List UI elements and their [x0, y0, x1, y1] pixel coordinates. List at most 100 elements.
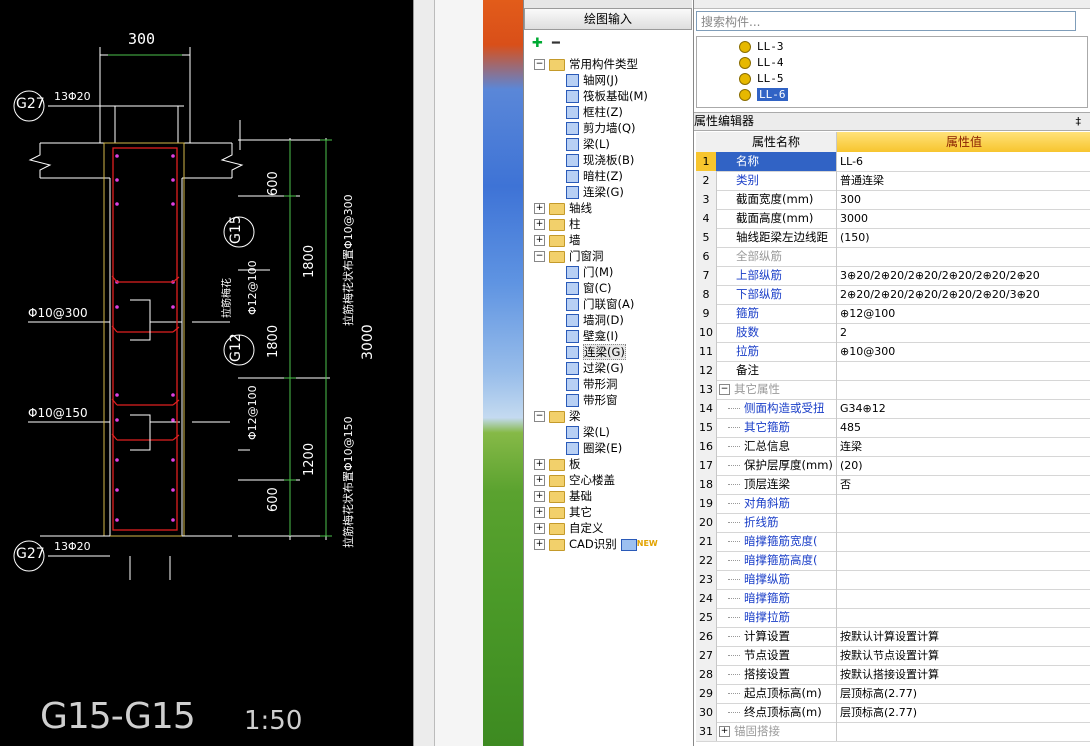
tree-item[interactable]: 门联窗(A) — [566, 296, 634, 312]
tree-item[interactable]: 连梁(G) — [566, 344, 626, 360]
property-row[interactable]: 9 箍筋 ⊕12@100 — [696, 304, 1090, 324]
search-input[interactable]: 搜索构件... — [696, 11, 1076, 31]
property-value[interactable] — [837, 551, 1090, 570]
pin-icon[interactable]: ‡ — [1076, 113, 1082, 130]
property-row[interactable]: 5 轴线距梁左边线距 (150) — [696, 228, 1090, 248]
property-value[interactable] — [837, 494, 1090, 513]
tree-item[interactable]: + 其它 — [534, 504, 592, 520]
property-row[interactable]: 1 名称 LL-6 — [696, 152, 1090, 172]
component-list-item[interactable]: LL-5 — [739, 71, 784, 87]
expand-node-icon[interactable]: + — [534, 459, 545, 470]
property-value[interactable]: G34⊕12 — [837, 399, 1090, 418]
tree-item[interactable]: 筏板基础(M) — [566, 88, 648, 104]
property-row[interactable]: 11 拉筋 ⊕10@300 — [696, 342, 1090, 362]
property-value[interactable]: 否 — [837, 475, 1090, 494]
property-row[interactable]: 19 对角斜筋 — [696, 494, 1090, 514]
property-value[interactable] — [837, 608, 1090, 627]
expand-node-icon[interactable]: + — [534, 235, 545, 246]
property-row[interactable]: 20 折线筋 — [696, 513, 1090, 533]
property-value[interactable] — [837, 589, 1090, 608]
property-value[interactable]: 2 — [837, 323, 1090, 342]
collapse-group-icon[interactable]: − — [719, 384, 730, 395]
tree-item[interactable]: 墙洞(D) — [566, 312, 624, 328]
tree-item[interactable]: 带形窗 — [566, 392, 618, 408]
tree-item[interactable]: 梁(L) — [566, 424, 610, 440]
expand-node-icon[interactable]: + — [534, 203, 545, 214]
tree-item[interactable]: + 柱 — [534, 216, 581, 232]
expand-node-icon[interactable]: + — [534, 491, 545, 502]
tree-item[interactable]: + 轴线 — [534, 200, 592, 216]
property-row[interactable]: 16 汇总信息 连梁 — [696, 437, 1090, 457]
tree-item[interactable]: + 自定义 — [534, 520, 604, 536]
component-list-item[interactable]: LL-3 — [739, 39, 784, 55]
tree-item[interactable]: − 常用构件类型 — [534, 56, 638, 72]
tree-item[interactable]: 轴网(J) — [566, 72, 618, 88]
property-value[interactable]: (150) — [837, 228, 1090, 247]
property-value[interactable]: ⊕12@100 — [837, 304, 1090, 323]
property-row[interactable]: 2 类别 普通连梁 — [696, 171, 1090, 191]
expand-node-icon[interactable]: + — [534, 523, 545, 534]
property-row[interactable]: 30 终点顶标高(m) 层顶标高(2.77) — [696, 703, 1090, 723]
tree-item[interactable]: 过梁(G) — [566, 360, 624, 376]
cad-canvas[interactable]: 300 G27 13Φ20 G15 G12 G27 13Φ20 Φ10@300 … — [0, 0, 413, 746]
tree-item[interactable]: + 空心楼盖 — [534, 472, 615, 488]
expand-node-icon[interactable]: + — [534, 539, 545, 550]
property-value[interactable]: 3⊕20/2⊕20/2⊕20/2⊕20/2⊕20/2⊕20 — [837, 266, 1090, 285]
expand-node-icon[interactable]: + — [534, 475, 545, 486]
property-row[interactable]: 3 截面宽度(mm) 300 — [696, 190, 1090, 210]
tree-item[interactable]: 暗柱(Z) — [566, 168, 623, 184]
property-row[interactable]: 25 暗撑拉筋 — [696, 608, 1090, 628]
property-row[interactable]: 22 暗撑箍筋高度( — [696, 551, 1090, 571]
property-row[interactable]: 28 搭接设置 按默认搭接设置计算 — [696, 665, 1090, 685]
expand-all-icon[interactable]: ✚ — [532, 36, 543, 51]
property-value[interactable] — [837, 247, 1090, 266]
property-value[interactable]: 3000 — [837, 209, 1090, 228]
collapse-node-icon[interactable]: − — [534, 59, 545, 70]
property-value[interactable]: 连梁 — [837, 437, 1090, 456]
property-value[interactable] — [837, 380, 1090, 399]
property-value[interactable]: (20) — [837, 456, 1090, 475]
property-row[interactable]: 6 全部纵筋 — [696, 247, 1090, 267]
property-value[interactable]: 按默认节点设置计算 — [837, 646, 1090, 665]
property-value[interactable] — [837, 722, 1090, 741]
tree-item[interactable]: 带形洞 — [566, 376, 618, 392]
property-row[interactable]: 7 上部纵筋 3⊕20/2⊕20/2⊕20/2⊕20/2⊕20/2⊕20 — [696, 266, 1090, 286]
collapse-node-icon[interactable]: − — [534, 251, 545, 262]
property-value[interactable] — [837, 361, 1090, 380]
property-value[interactable]: 按默认搭接设置计算 — [837, 665, 1090, 684]
property-value[interactable]: 普通连梁 — [837, 171, 1090, 190]
col-header-value[interactable]: 属性值 — [837, 132, 1090, 152]
property-row[interactable]: 31 + 锚固搭接 — [696, 722, 1090, 742]
property-row[interactable]: 12 备注 — [696, 361, 1090, 381]
tree-item[interactable]: 连梁(G) — [566, 184, 624, 200]
property-value[interactable]: 485 — [837, 418, 1090, 437]
property-value[interactable] — [837, 513, 1090, 532]
collapse-node-icon[interactable]: − — [534, 411, 545, 422]
property-row[interactable]: 4 截面高度(mm) 3000 — [696, 209, 1090, 229]
tree-item[interactable]: − 门窗洞 — [534, 248, 604, 264]
property-row[interactable]: 15 其它箍筋 485 — [696, 418, 1090, 438]
property-value[interactable]: 300 — [837, 190, 1090, 209]
property-value[interactable]: LL-6 — [837, 152, 1090, 171]
property-row[interactable]: 13− 其它属性 — [696, 380, 1090, 400]
tree-item[interactable]: 圈梁(E) — [566, 440, 622, 456]
property-row[interactable]: 10 肢数 2 — [696, 323, 1090, 343]
component-list-item[interactable]: LL-6 — [739, 87, 788, 103]
tree-item[interactable]: 壁龛(I) — [566, 328, 618, 344]
tree-item[interactable]: 现浇板(B) — [566, 152, 634, 168]
property-row[interactable]: 29 起点顶标高(m) 层顶标高(2.77) — [696, 684, 1090, 704]
property-row[interactable]: 27 节点设置 按默认节点设置计算 — [696, 646, 1090, 666]
property-row[interactable]: 18 顶层连梁 否 — [696, 475, 1090, 495]
tree-item[interactable]: + 墙 — [534, 232, 581, 248]
tree-item[interactable]: 框柱(Z) — [566, 104, 623, 120]
tree-item[interactable]: + CAD识别 NEW — [534, 536, 658, 552]
property-row[interactable]: 23 暗撑纵筋 — [696, 570, 1090, 590]
tree-item[interactable]: 窗(C) — [566, 280, 612, 296]
property-row[interactable]: 17 保护层厚度(mm) (20) — [696, 456, 1090, 476]
expand-group-icon[interactable]: + — [719, 726, 730, 737]
property-row[interactable]: 14 侧面构造或受扭 G34⊕12 — [696, 399, 1090, 419]
tree-item[interactable]: 梁(L) — [566, 136, 610, 152]
property-value[interactable]: 层顶标高(2.77) — [837, 684, 1090, 703]
property-value[interactable]: 按默认计算设置计算 — [837, 627, 1090, 646]
expand-node-icon[interactable]: + — [534, 507, 545, 518]
